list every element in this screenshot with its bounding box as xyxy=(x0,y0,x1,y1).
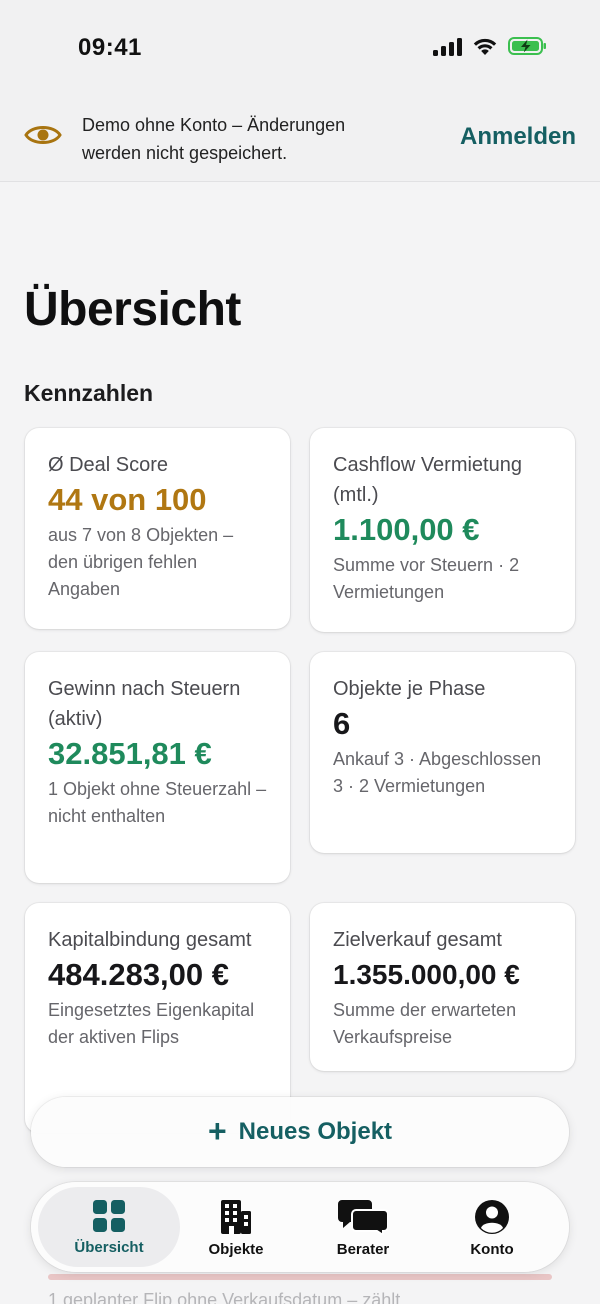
status-time: 09:41 xyxy=(78,34,142,61)
battery-charging-icon xyxy=(508,37,546,55)
wifi-icon xyxy=(473,38,497,55)
card-deal-score[interactable]: Ø Deal Score 44 von 100 aus 7 von 8 Obje… xyxy=(25,428,290,629)
card-value: 1.100,00 € xyxy=(333,512,480,547)
tab-label: Konto xyxy=(470,1241,514,1258)
card-value: 484.283,00 € xyxy=(48,957,230,992)
card-gewinn[interactable]: Gewinn nach Steuern (aktiv) 32.851,81 € … xyxy=(25,652,290,883)
card-label: Ø Deal Score xyxy=(48,454,169,476)
card-value: 44 von 100 xyxy=(48,482,207,517)
card-label: Kapitalbindung gesamt xyxy=(48,929,252,951)
login-button[interactable]: Anmelden xyxy=(460,123,576,151)
card-objekte-phase[interactable]: Objekte je Phase 6 Ankauf 3 · Abgeschlos… xyxy=(310,652,575,853)
card-subtext: Summe der erwarteten Verkaufspreise xyxy=(333,1000,517,1047)
tab-uebersicht[interactable]: Übersicht xyxy=(38,1187,180,1267)
page-title: Übersicht xyxy=(24,283,241,336)
tab-konto[interactable]: Konto xyxy=(427,1187,557,1267)
section-title-kennzahlen: Kennzahlen xyxy=(24,380,154,406)
new-object-label: Neues Objekt xyxy=(238,1118,393,1145)
card-subtext: Ankauf 3 · Abgeschlossen 3 · 2 Vermietun… xyxy=(333,749,542,796)
tab-label: Übersicht xyxy=(74,1239,144,1256)
cellular-signal-icon xyxy=(433,36,462,56)
demo-banner: Demo ohne Konto – Änderungen werden nich… xyxy=(0,96,600,182)
card-value: 32.851,81 € xyxy=(48,736,212,771)
grid-icon xyxy=(93,1200,125,1232)
tab-objekte[interactable]: Objekte xyxy=(171,1187,301,1267)
card-cashflow[interactable]: Cashflow Vermietung (mtl.) 1.100,00 € Su… xyxy=(310,428,575,632)
tab-label: Objekte xyxy=(208,1241,264,1258)
card-value: 6 xyxy=(333,706,351,741)
building-icon xyxy=(221,1200,251,1234)
card-label: Zielverkauf gesamt xyxy=(333,929,502,951)
hidden-card-text: 1 geplanter Flip ohne Verkaufsdatum – zä… xyxy=(48,1290,401,1304)
user-circle-icon xyxy=(475,1200,509,1234)
chat-bubbles-icon xyxy=(338,1200,388,1235)
card-subtext: 1 Objekt ohne Steuerzahl – nicht enthalt… xyxy=(48,779,267,826)
tab-berater[interactable]: Berater xyxy=(298,1187,428,1267)
plus-icon: + xyxy=(207,1112,227,1149)
tab-label: Berater xyxy=(336,1241,390,1258)
progress-bar-background xyxy=(48,1274,552,1280)
card-subtext: aus 7 von 8 Objekten – den übrigen fehle… xyxy=(48,525,234,599)
card-label: Gewinn nach Steuern (aktiv) xyxy=(48,678,241,730)
status-icons xyxy=(433,36,548,56)
eye-icon xyxy=(24,126,62,144)
card-value: 1.355.000,00 € xyxy=(333,959,520,990)
card-subtext: Eingesetztes Eigenkapital der aktiven Fl… xyxy=(48,1000,255,1047)
tab-bar: Übersicht Objekte Berater Konto xyxy=(31,1182,569,1272)
demo-banner-text: Demo ohne Konto – Änderungen werden nich… xyxy=(82,115,346,163)
card-subtext: Summe vor Steuern · 2 Vermietungen xyxy=(333,555,520,602)
card-zielverkauf[interactable]: Zielverkauf gesamt 1.355.000,00 € Summe … xyxy=(310,903,575,1071)
new-object-button[interactable]: + Neues Objekt xyxy=(31,1097,569,1167)
status-bar: 09:41 xyxy=(0,0,600,96)
card-label: Objekte je Phase xyxy=(333,678,486,700)
card-label: Cashflow Vermietung (mtl.) xyxy=(333,454,522,506)
